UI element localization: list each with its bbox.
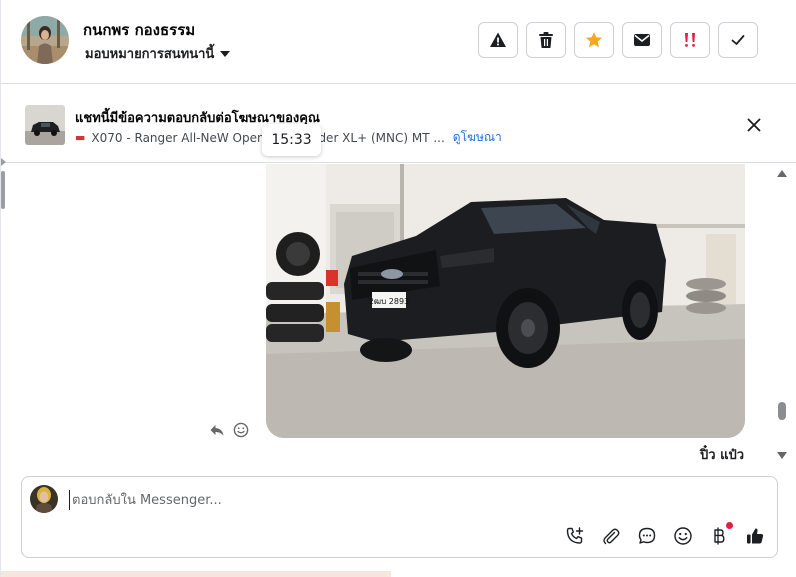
license-plate: 2ฒบ 2893 [369,297,409,306]
assign-conversation-dropdown[interactable]: มอบหมายการสนทนานี้ [85,43,231,64]
page-avatar [30,485,58,513]
like-button[interactable] [744,525,766,547]
view-ad-link[interactable]: ดูโฆษณา [453,128,502,147]
car-icon: ▬ [75,131,86,144]
baht-icon [714,527,725,545]
smiley-reaction-icon[interactable] [233,422,249,438]
mark-spam-button[interactable] [478,22,518,58]
close-banner-button[interactable] [745,116,763,134]
ad-name-right: Rider XL+ (MNC) MT ... [306,130,445,145]
side-panel-handle[interactable] [1,171,5,209]
message-list: 2ฒบ 2893 ปิ๋ว แป๋ว [1,164,796,468]
ad-name-left: X070 - Ranger All-NeW Open C [91,130,277,145]
smiley-icon [674,527,692,545]
star-button[interactable] [574,22,614,58]
call-button[interactable] [564,525,586,547]
sender-name: ปิ๋ว แป๋ว [700,448,745,463]
ad-thumbnail[interactable] [25,105,65,145]
thumbs-up-icon [747,528,764,544]
contact-avatar[interactable] [21,16,69,64]
assign-label: มอบหมายการสนทนานี้ [85,47,215,62]
paperclip-icon [603,528,620,545]
messenger-chat-window: กนกพร กองธรรม มอบหมายการสนทนานี้ แชทนี้ม… [0,0,796,577]
delete-button[interactable] [526,22,566,58]
side-panel-arrow[interactable] [1,158,6,166]
chevron-down-icon [220,51,231,57]
ad-reply-banner: แชทนี้มีข้อความตอบกลับต่อโฆษณาของคุณ ▬ X… [1,85,796,163]
check-icon [731,35,745,45]
message-composer [21,476,778,558]
scrollbar-thumb[interactable] [778,402,786,420]
mark-done-button[interactable] [718,22,758,58]
photo-message[interactable]: 2ฒบ 2893 [266,164,745,438]
phone-plus-icon [566,527,584,544]
mark-unread-button[interactable] [622,22,662,58]
chat-bubble-icon [638,527,656,544]
message-timestamp-tooltip: 15:33 [262,124,321,156]
star-icon [586,32,602,48]
envelope-icon [634,34,650,46]
emoji-button[interactable] [672,525,694,547]
trash-icon [539,32,553,48]
message-actions [209,422,249,438]
notification-dot [726,522,733,529]
close-icon [747,118,761,132]
warning-icon [490,32,506,47]
exclamation-icon [685,33,695,47]
scroll-down-arrow[interactable] [777,452,787,459]
saved-replies-button[interactable] [636,525,658,547]
follow-up-button[interactable] [670,22,710,58]
contact-name[interactable]: กนกพร กองธรรม [83,18,195,42]
conversation-header: กนกพร กองธรรม มอบหมายการสนทนานี้ [1,0,796,84]
reply-input[interactable] [69,490,569,510]
reply-icon[interactable] [209,422,225,438]
bottom-edge-strip [1,571,391,577]
scroll-up-arrow[interactable] [777,170,787,177]
attach-file-button[interactable] [600,525,622,547]
